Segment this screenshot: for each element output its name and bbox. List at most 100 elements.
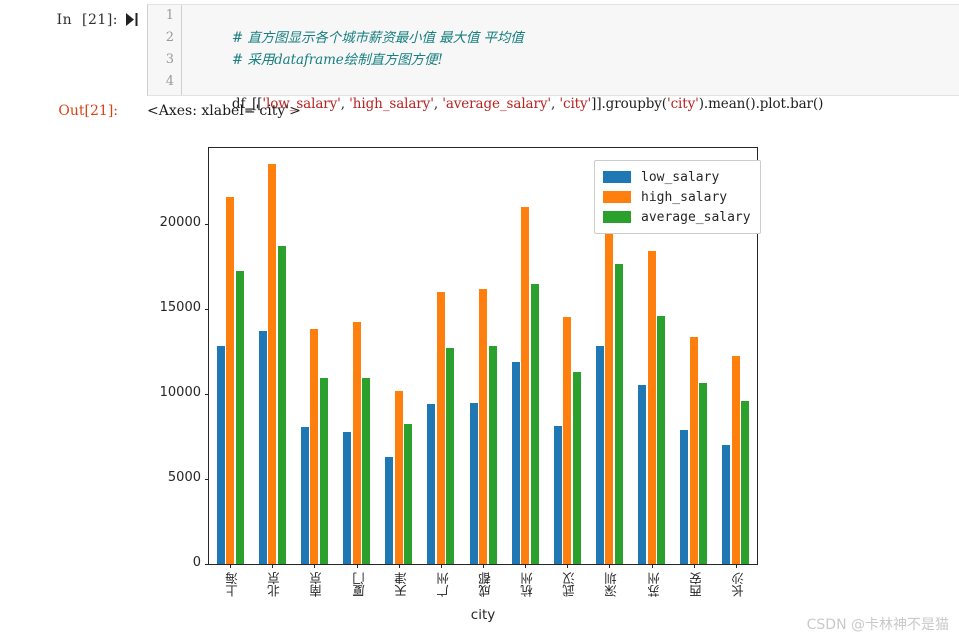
x-tick-label: 西安 (688, 572, 704, 597)
bar-high-salary (647, 250, 656, 564)
bar-average-salary (572, 372, 581, 564)
bar-low-salary (258, 331, 267, 564)
bar-low-salary (638, 384, 647, 564)
bar-average-salary (446, 347, 455, 564)
bar-average-salary (530, 283, 539, 564)
bar-low-salary (511, 361, 520, 564)
notebook-page: In [21]: 1 2 3 4 # 直方图显示各个城市薪资最小值 最大值 平均… (0, 0, 959, 640)
x-tick-label: 上海 (225, 572, 241, 597)
bar-high-salary (310, 328, 319, 564)
x-tick-mark (356, 564, 358, 568)
legend-item-average-salary: average_salary (603, 207, 751, 227)
x-tick-mark (314, 564, 316, 568)
x-tick-label: 长沙 (730, 572, 746, 597)
x-tick-label: 天津 (393, 572, 409, 597)
bar-high-salary (394, 390, 403, 564)
x-tick-label: 北京 (267, 572, 283, 597)
bar-low-salary (680, 429, 689, 564)
bar-group (300, 148, 328, 564)
x-tick-mark (525, 564, 527, 568)
x-tick-label: 深圳 (604, 572, 620, 597)
x-tick-mark (693, 564, 695, 568)
matplotlib-figure: 0 5000 10000 15000 20000 上海 北京 南京 厦门 天津 广州 成都 杭州 武汉 深… (160, 145, 761, 638)
bar-high-salary (689, 337, 698, 564)
bar-high-salary (479, 288, 487, 564)
bar-low-salary (300, 427, 309, 564)
y-tick-label: 15000 (159, 300, 201, 316)
line-number: 4 (165, 74, 174, 89)
bar-average-salary (741, 401, 750, 564)
x-tick-label: 苏州 (646, 572, 662, 597)
bar-low-salary (385, 457, 394, 564)
bar-high-salary (352, 322, 361, 564)
input-prompt-label: In [21]: (56, 12, 118, 28)
legend-item-low-salary: low_salary (603, 167, 751, 187)
line-number: 1 (165, 8, 174, 23)
y-tick-label: 20000 (159, 215, 201, 231)
x-tick-mark (272, 564, 274, 568)
bar-group (258, 148, 286, 564)
csdn-watermark: CSDN @卡林神不是猫 (806, 617, 949, 633)
bar-average-salary (614, 264, 623, 564)
x-tick-label: 成都 (478, 572, 493, 597)
y-tick-label: 10000 (159, 385, 201, 401)
x-tick-mark (440, 564, 442, 568)
code-editor[interactable]: 1 2 3 4 # 直方图显示各个城市薪资最小值 最大值 平均值 # 采用dat… (147, 4, 959, 112)
bar-low-salary (216, 345, 225, 564)
bar-average-salary (699, 383, 708, 564)
bar-high-salary (521, 206, 530, 564)
notebook-input-cell[interactable]: In [21]: 1 2 3 4 # 直方图显示各个城市薪资最小值 最大值 平均… (0, 0, 959, 112)
line-number-gutter: 1 2 3 4 (148, 5, 182, 95)
bar-group (511, 148, 539, 564)
bar-group (553, 148, 581, 564)
chart-axes: 0 5000 10000 15000 20000 上海 北京 南京 厦门 天津 广州 成都 杭州 武汉 深… (160, 147, 761, 597)
bar-low-salary (722, 445, 731, 564)
bar-high-salary (226, 197, 235, 564)
bar-low-salary (343, 432, 352, 564)
bar-average-salary (277, 246, 286, 564)
run-cell-icon[interactable] (124, 10, 140, 28)
x-tick-label: 杭州 (520, 572, 536, 597)
x-tick-mark (609, 564, 611, 568)
bar-group (427, 148, 455, 564)
x-tick-mark (567, 564, 569, 568)
bar-high-salary (436, 292, 445, 564)
output-prompt-label: Out[21]: (58, 103, 118, 119)
notebook-output-cell: Out[21]: <Axes: xlabel='city'> (0, 103, 959, 129)
chart-legend: low_salary high_salary average_salary (594, 160, 761, 234)
x-tick-mark (230, 564, 232, 568)
output-repr-text: <Axes: xlabel='city'> (147, 103, 301, 119)
code-comment: # 采用dataframe绘制直方图方便! (231, 52, 443, 68)
x-axis-label: city (470, 607, 496, 623)
x-tick-label: 南京 (309, 572, 325, 597)
bar-average-salary (362, 378, 371, 564)
bar-average-salary (319, 378, 328, 564)
line-number: 2 (165, 30, 174, 45)
bar-high-salary (731, 356, 740, 564)
bar-high-salary (563, 316, 572, 564)
x-tick-label: 武汉 (562, 572, 578, 597)
code-lines[interactable]: # 直方图显示各个城市薪资最小值 最大值 平均值 # 采用dataframe绘制… (182, 5, 959, 112)
code-line-1: # 直方图显示各个城市薪资最小值 最大值 平均值 (190, 5, 959, 46)
code-comment: # 直方图显示各个城市薪资最小值 最大值 平均值 (231, 30, 524, 46)
legend-label: high_salary (641, 189, 728, 205)
x-tick-mark (735, 564, 737, 568)
bar-average-salary (404, 423, 413, 564)
bar-average-salary (488, 345, 497, 564)
legend-label: low_salary (641, 169, 720, 185)
bar-group (385, 148, 413, 564)
y-tick-label: 5000 (167, 470, 201, 486)
x-tick-mark (398, 564, 400, 568)
bar-group (343, 148, 371, 564)
y-tick-label: 0 (192, 555, 201, 570)
bar-average-salary (235, 271, 244, 564)
bar-high-salary (268, 164, 277, 564)
bar-group (469, 148, 497, 564)
bar-average-salary (657, 316, 666, 564)
x-tick-label: 广州 (435, 572, 451, 597)
legend-swatch-icon (603, 211, 631, 223)
legend-label: average_salary (641, 209, 751, 225)
bar-group (216, 148, 244, 564)
legend-swatch-icon (603, 191, 631, 203)
bar-low-salary (469, 402, 478, 564)
